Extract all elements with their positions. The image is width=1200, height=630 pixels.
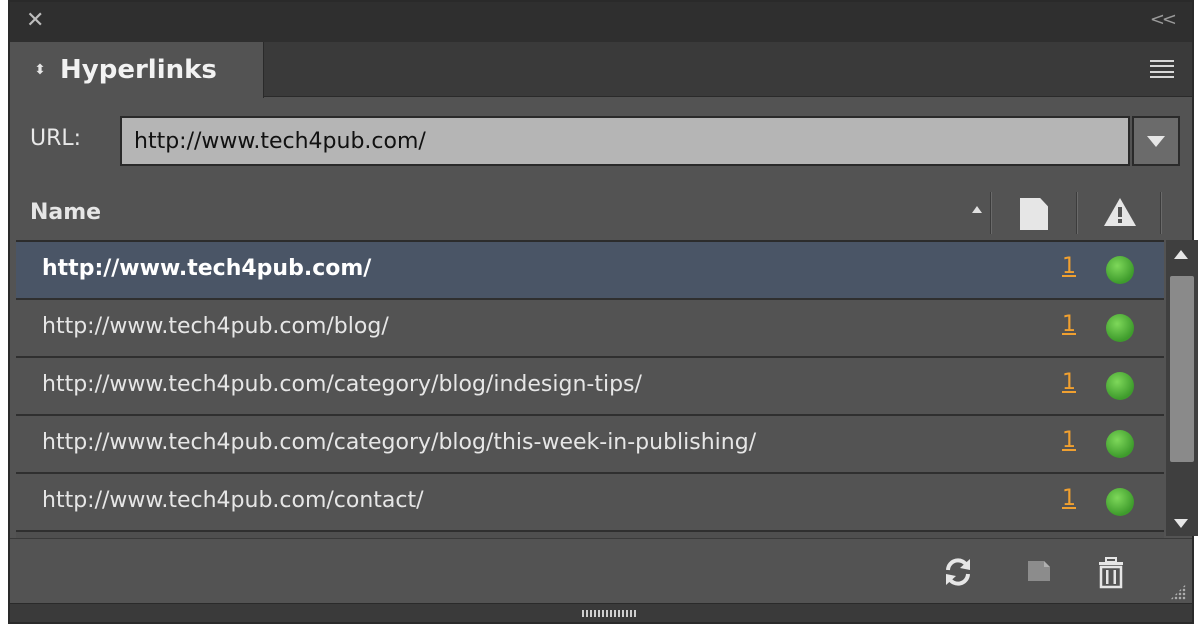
page-count-link[interactable]: 1 xyxy=(1062,254,1076,279)
hyperlink-name: http://www.tech4pub.com/category/blog/th… xyxy=(42,430,757,455)
chevron-down-icon xyxy=(1147,135,1165,147)
tab-expand-arrows-icon[interactable]: ⬍ xyxy=(32,63,48,77)
hyperlink-name: http://www.tech4pub.com/blog/ xyxy=(42,314,389,339)
warning-icon[interactable] xyxy=(1102,196,1138,228)
trash-icon[interactable] xyxy=(1096,557,1126,589)
scroll-up-arrow-icon[interactable] xyxy=(1174,250,1188,259)
panel-menu-icon[interactable] xyxy=(1150,60,1174,78)
panel-resize-bar[interactable] xyxy=(10,603,1192,622)
list-item[interactable]: http://www.tech4pub.com/blog/ 1 xyxy=(16,300,1164,358)
page-count-link[interactable]: 1 xyxy=(1062,428,1076,453)
close-icon[interactable]: ✕ xyxy=(26,10,44,32)
hyperlinks-panel: ✕ << ⬍ Hyperlinks URL: Name http://www.t xyxy=(8,0,1198,624)
hyperlink-name: http://www.tech4pub.com/ xyxy=(42,256,372,281)
sort-ascending-icon[interactable] xyxy=(972,206,982,213)
new-hyperlink-icon[interactable] xyxy=(1026,557,1052,583)
panel-titlebar: ✕ << xyxy=(10,2,1192,43)
tab-hyperlinks[interactable]: ⬍ Hyperlinks xyxy=(10,42,264,98)
tab-label: Hyperlinks xyxy=(60,55,217,85)
list-item[interactable]: http://www.tech4pub.com/category/blog/th… xyxy=(16,416,1164,474)
grip-handle-icon[interactable] xyxy=(582,610,638,617)
status-ok-icon xyxy=(1106,256,1134,284)
list-item[interactable]: http://www.tech4pub.com/contact/ 1 xyxy=(16,474,1164,532)
status-ok-icon xyxy=(1106,314,1134,342)
status-ok-icon xyxy=(1106,372,1134,400)
url-dropdown-button[interactable] xyxy=(1132,116,1180,166)
status-ok-icon xyxy=(1106,488,1134,516)
list-item[interactable]: http://www.tech4pub.com/category/blog/in… xyxy=(16,358,1164,416)
column-divider[interactable] xyxy=(1076,192,1078,234)
status-ok-icon xyxy=(1106,430,1134,458)
scroll-down-arrow-icon[interactable] xyxy=(1174,519,1188,528)
panel-tab-strip: ⬍ Hyperlinks xyxy=(10,42,1192,98)
column-divider[interactable] xyxy=(1160,192,1162,234)
page-count-link[interactable]: 1 xyxy=(1062,312,1076,337)
list-header: Name xyxy=(10,186,1192,240)
column-divider[interactable] xyxy=(990,192,992,234)
refresh-icon[interactable] xyxy=(942,557,974,587)
scroll-thumb[interactable] xyxy=(1170,276,1194,462)
hyperlinks-list: http://www.tech4pub.com/ 1 http://www.te… xyxy=(16,240,1164,538)
page-icon[interactable] xyxy=(1020,198,1048,230)
url-label: URL: xyxy=(30,126,82,151)
url-input[interactable] xyxy=(122,127,1128,155)
hyperlink-name: http://www.tech4pub.com/contact/ xyxy=(42,488,424,513)
list-item[interactable]: http://www.tech4pub.com/ 1 xyxy=(16,242,1164,300)
hyperlink-name: http://www.tech4pub.com/category/blog/in… xyxy=(42,372,642,397)
url-field-box xyxy=(120,116,1130,166)
page-count-link[interactable]: 1 xyxy=(1062,370,1076,395)
list-scrollbar[interactable] xyxy=(1166,240,1198,536)
column-header-name[interactable]: Name xyxy=(30,200,101,225)
page-count-link[interactable]: 1 xyxy=(1062,486,1076,511)
collapse-panel-icon[interactable]: << xyxy=(1150,10,1177,30)
panel-footer-toolbar xyxy=(10,538,1192,603)
